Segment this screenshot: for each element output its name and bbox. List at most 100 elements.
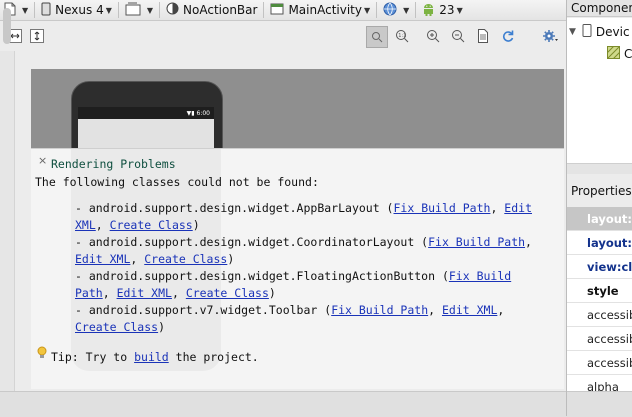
bottom-tool-strip	[0, 391, 632, 417]
separator: ,	[525, 235, 532, 249]
activity-dropdown[interactable]: MainActivity ▼	[266, 0, 374, 20]
zoom-fit-button[interactable]: 1:1	[392, 26, 412, 46]
orientation-icon	[125, 2, 141, 19]
missing-class-item: - android.support.design.widget.AppBarLa…	[75, 201, 532, 215]
edit-xml-link[interactable]: Edit XML	[442, 303, 497, 317]
create-class-link[interactable]: Create Class	[110, 218, 193, 232]
tree-node-label: C	[624, 47, 632, 61]
tree-node-coordinator[interactable]: C	[607, 44, 632, 64]
status-time: 6:00	[196, 109, 210, 117]
missing-class-item-cont: Edit XML, Create Class)	[75, 252, 234, 266]
property-row[interactable]: view:cla	[567, 255, 632, 279]
separator: ,	[102, 286, 117, 300]
fix-build-path-link[interactable]: Fix Build Path	[394, 201, 491, 215]
document-icon	[478, 29, 488, 43]
refresh-button[interactable]	[498, 26, 518, 46]
missing-class-item: - android.support.v7.widget.Toolbar (Fix…	[75, 303, 504, 317]
property-row[interactable]: layout:h	[567, 231, 632, 255]
edit-xml-link[interactable]: Edit XML	[117, 286, 172, 300]
chevron-down-icon: ▼	[22, 5, 29, 15]
zoom-fit-icon: 1:1	[396, 30, 409, 43]
expand-vertical-icon	[30, 29, 44, 43]
activity-label: MainActivity	[288, 3, 362, 17]
phone-body: ▼▮ 6:00	[71, 81, 221, 148]
settings-button[interactable]	[540, 26, 560, 46]
device-label: Nexus 4	[55, 3, 104, 17]
separator: )	[268, 286, 276, 300]
fix-build-path-link[interactable]: Fix Build Path	[331, 303, 428, 317]
class-name: - android.support.design.widget.Floating…	[75, 269, 449, 283]
tip-suffix: the project.	[168, 350, 259, 364]
toolbar-separator	[415, 2, 417, 18]
gear-icon	[543, 30, 558, 42]
zoom-in-icon	[427, 30, 440, 43]
device-dropdown[interactable]: Nexus 4 ▼	[37, 0, 116, 20]
zoom-to-fit-icon	[372, 32, 383, 43]
missing-class-item-cont: XML, Create Class)	[75, 218, 200, 232]
separator: ,	[130, 252, 145, 266]
separator: )	[192, 218, 200, 232]
toolbar-separator	[376, 2, 378, 18]
separator: ,	[497, 303, 505, 317]
tree-node-device[interactable]: ▼ Devic	[569, 22, 630, 42]
fix-build-path-link[interactable]: Fix Build Path	[428, 235, 525, 249]
property-row[interactable]: alpha	[567, 375, 632, 391]
theme-dropdown[interactable]: NoActionBar	[162, 0, 261, 20]
orientation-dropdown[interactable]: ▼	[121, 0, 157, 20]
edit-xml-link[interactable]: Edit XML	[75, 252, 130, 266]
vertical-scrollbar[interactable]	[0, 51, 15, 391]
refresh-icon	[502, 30, 514, 42]
device-icon	[41, 2, 51, 19]
locale-dropdown[interactable]: ▼	[379, 0, 413, 20]
property-row[interactable]: accessib	[567, 327, 632, 351]
edit-xml-link[interactable]: XML	[75, 218, 96, 232]
separator: ,	[428, 303, 442, 317]
tree-node-label: Devic	[595, 25, 630, 39]
create-class-link[interactable]: Create Class	[186, 286, 269, 300]
properties-header: Properties	[567, 174, 632, 208]
missing-class-item-cont: Create Class)	[75, 320, 165, 334]
create-class-link[interactable]: Create Class	[144, 252, 227, 266]
property-row[interactable]: accessib	[567, 303, 632, 327]
toolbar-separator	[34, 2, 36, 18]
zoom-out-button[interactable]	[448, 26, 468, 46]
property-row[interactable]: accessib	[567, 351, 632, 375]
separator: ,	[95, 218, 110, 232]
scrollbar-thumb[interactable]	[3, 8, 11, 44]
api-level-label: 23	[439, 3, 455, 17]
property-row[interactable]: style	[567, 279, 632, 303]
property-row[interactable]: layout:w	[567, 207, 632, 231]
fix-build-path-link[interactable]: Fix Build	[449, 269, 511, 283]
chevron-down-icon: ▼	[363, 5, 371, 15]
chevron-down-icon: ▼	[146, 5, 154, 15]
api-level-dropdown[interactable]: 23 ▼	[418, 0, 466, 20]
theme-icon	[166, 2, 179, 18]
panel-title: Rendering Problems	[51, 157, 176, 171]
zoom-toolbar: 1:1	[0, 21, 566, 51]
missing-class-item-cont: Path, Edit XML, Create Class)	[75, 286, 276, 300]
tip-prefix: Tip: Try to	[51, 350, 135, 364]
missing-class-item: - android.support.design.widget.Floating…	[75, 269, 511, 283]
phone-status-bar: ▼▮ 6:00	[78, 107, 214, 119]
expand-arrow-icon[interactable]: ▼	[569, 27, 576, 37]
lightbulb-icon	[37, 346, 47, 363]
separator: ,	[171, 286, 186, 300]
close-icon[interactable]: ×	[38, 154, 47, 167]
separator: )	[158, 320, 166, 334]
theme-label: NoActionBar	[183, 3, 258, 17]
zoom-actual-button[interactable]	[366, 26, 388, 48]
component-tree: ▼ Devic C	[567, 18, 632, 163]
class-name: - android.support.design.widget.Coordina…	[75, 235, 429, 249]
separator: )	[227, 252, 235, 266]
create-class-link[interactable]: Create Class	[75, 320, 158, 334]
globe-icon	[383, 2, 397, 19]
screenshot-button[interactable]	[473, 26, 493, 46]
build-link[interactable]: build	[134, 350, 169, 364]
edit-xml-link[interactable]: Edit	[504, 201, 532, 215]
component-tree-header: Component	[567, 0, 632, 17]
layout-icon	[607, 46, 620, 62]
fix-build-path-link[interactable]: Path	[75, 286, 103, 300]
zoom-in-button[interactable]	[423, 26, 443, 46]
activity-icon	[270, 3, 284, 18]
expand-vertical-button[interactable]	[28, 27, 46, 45]
